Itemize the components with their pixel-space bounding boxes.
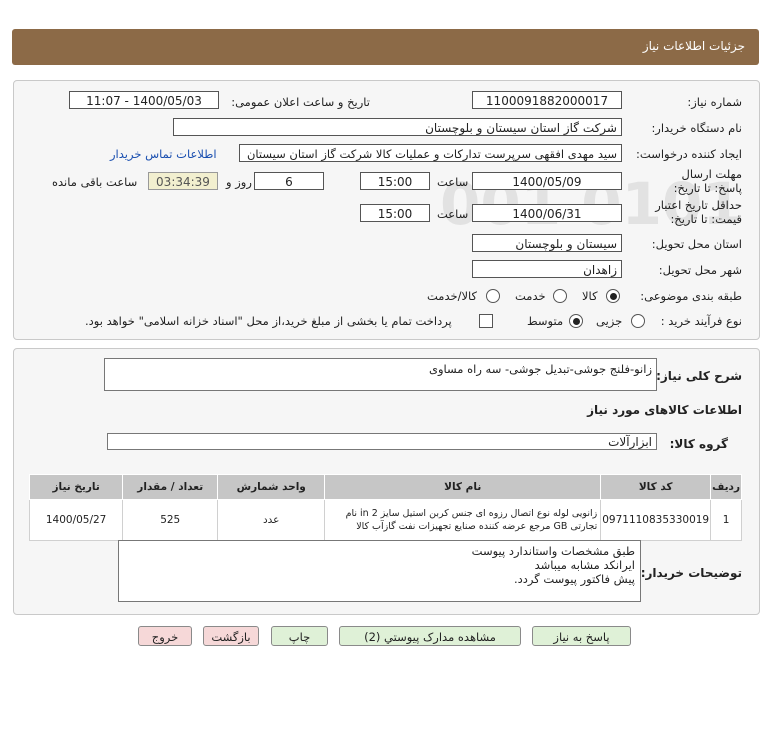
col-row: ردیف	[710, 474, 742, 500]
days-field: 6	[254, 172, 324, 190]
process-minor-radio[interactable]	[631, 314, 645, 328]
need-number-field: 1100091882000017	[472, 91, 622, 109]
goods-group-label: گروه کالا:	[669, 437, 728, 451]
reply-button[interactable]: پاسخ به نیاز	[532, 626, 631, 646]
cell-date: 1400/05/27	[28, 499, 124, 541]
buyer-notes-label: توضیحات خریدار:	[640, 566, 742, 580]
category-goods-radio[interactable]	[606, 289, 620, 303]
requester-label: ایجاد کننده درخواست:	[636, 147, 742, 161]
validity-label: حداقل تاریخ اعتبار قیمت: تا تاریخ:	[655, 198, 742, 226]
category-goods-service-label: کالا/خدمت	[427, 289, 478, 303]
days-label: روز و	[226, 175, 252, 189]
category-service-label: خدمت	[515, 289, 546, 303]
deadline-time-label: ساعت	[437, 175, 469, 189]
col-unit: واحد شمارش	[217, 474, 326, 500]
cell-name: زانویی لوله نوع اتصال رزوه ای جنس کربن ا…	[324, 499, 602, 541]
process-medium-label: متوسط	[527, 314, 564, 328]
category-goods-label: کالا	[582, 289, 598, 303]
deadline-time-field: 15:00	[360, 172, 430, 190]
remaining-time-field: 03:34:39	[148, 172, 218, 190]
print-button[interactable]: چاپ	[271, 626, 328, 646]
process-minor-label: جزیی	[596, 314, 623, 328]
view-attachments-button[interactable]: مشاهده مدارک پیوستي (2)	[339, 626, 521, 646]
validity-date-field: 1400/06/31	[472, 204, 622, 222]
announce-date-field: 1400/05/03 - 11:07	[69, 91, 219, 109]
buyer-org-field: شرکت گاز استان سیستان و بلوچستان	[173, 118, 622, 136]
validity-time-field: 15:00	[360, 204, 430, 222]
deadline-date-field: 1400/05/09	[472, 172, 622, 190]
buyer-org-label: نام دستگاه خریدار:	[651, 121, 742, 135]
city-field: زاهدان	[472, 260, 622, 278]
buyer-note-line: ایرانکد مشابه میباشد	[534, 558, 635, 572]
process-label: نوع فرآیند خرید :	[660, 314, 742, 328]
buyer-note-line: طبق مشخصات واستاندارد پیوست	[471, 544, 635, 558]
city-label: شهر محل تحویل:	[658, 263, 742, 277]
category-label: طبقه بندی موضوعی:	[640, 289, 742, 303]
col-qty: تعداد / مقدار	[122, 474, 219, 500]
page-title: جزئیات اطلاعات نیاز	[642, 39, 745, 53]
buyer-notes-box: طبق مشخصات واستاندارد پیوست ایرانکد مشاب…	[118, 540, 641, 602]
page-header: جزئیات اطلاعات نیاز	[12, 29, 759, 65]
cell-code: 0971110835330019	[600, 499, 712, 541]
goods-group-field: ابزارآلات	[107, 433, 657, 450]
province-field: سیستان و بلوچستان	[472, 234, 622, 252]
goods-table: ردیف کد کالا نام کالا واحد شمارش تعداد /…	[28, 474, 742, 541]
announce-label: تاریخ و ساعت اعلان عمومی:	[231, 95, 370, 109]
col-date: تاریخ نیاز	[28, 474, 124, 500]
back-button[interactable]: بازگشت	[203, 626, 259, 646]
treasury-payment-checkbox[interactable]	[479, 314, 493, 328]
cell-row: 1	[710, 499, 742, 541]
need-number-label: شماره نیاز:	[687, 95, 742, 109]
validity-time-label: ساعت	[437, 207, 469, 221]
col-code: کد کالا	[600, 474, 712, 500]
cell-qty: 525	[122, 499, 219, 541]
deadline-label: مهلت ارسال پاسخ: تا تاریخ:	[673, 167, 742, 195]
exit-button[interactable]: خروج	[138, 626, 192, 646]
category-service-radio[interactable]	[553, 289, 567, 303]
cell-unit: عدد	[217, 499, 326, 541]
goods-table-header: ردیف کد کالا نام کالا واحد شمارش تعداد /…	[28, 474, 742, 500]
col-name: نام کالا	[324, 474, 602, 500]
table-row[interactable]: 1 0971110835330019 زانویی لوله نوع اتصال…	[28, 499, 742, 541]
province-label: استان محل تحویل:	[651, 237, 742, 251]
buyer-contact-link[interactable]: اطلاعات تماس خریدار	[110, 147, 217, 161]
category-goods-service-radio[interactable]	[486, 289, 500, 303]
summary-field: زانو-فلنج جوشی-تبدیل جوشی- سه راه مساوی	[104, 358, 657, 391]
summary-label: شرح کلی نیاز:	[656, 369, 742, 383]
process-medium-radio[interactable]	[569, 314, 583, 328]
goods-info-title: اطلاعات کالاهای مورد نیاز	[587, 403, 742, 417]
remaining-label: ساعت باقی مانده	[52, 175, 138, 189]
treasury-payment-note: پرداخت تمام یا بخشی از مبلغ خرید،از محل …	[85, 314, 452, 328]
buyer-note-line: پیش فاکتور پیوست گردد.	[514, 572, 635, 586]
requester-field: سید مهدی افقهی سرپرست تدارکات و عملیات ک…	[239, 144, 622, 162]
